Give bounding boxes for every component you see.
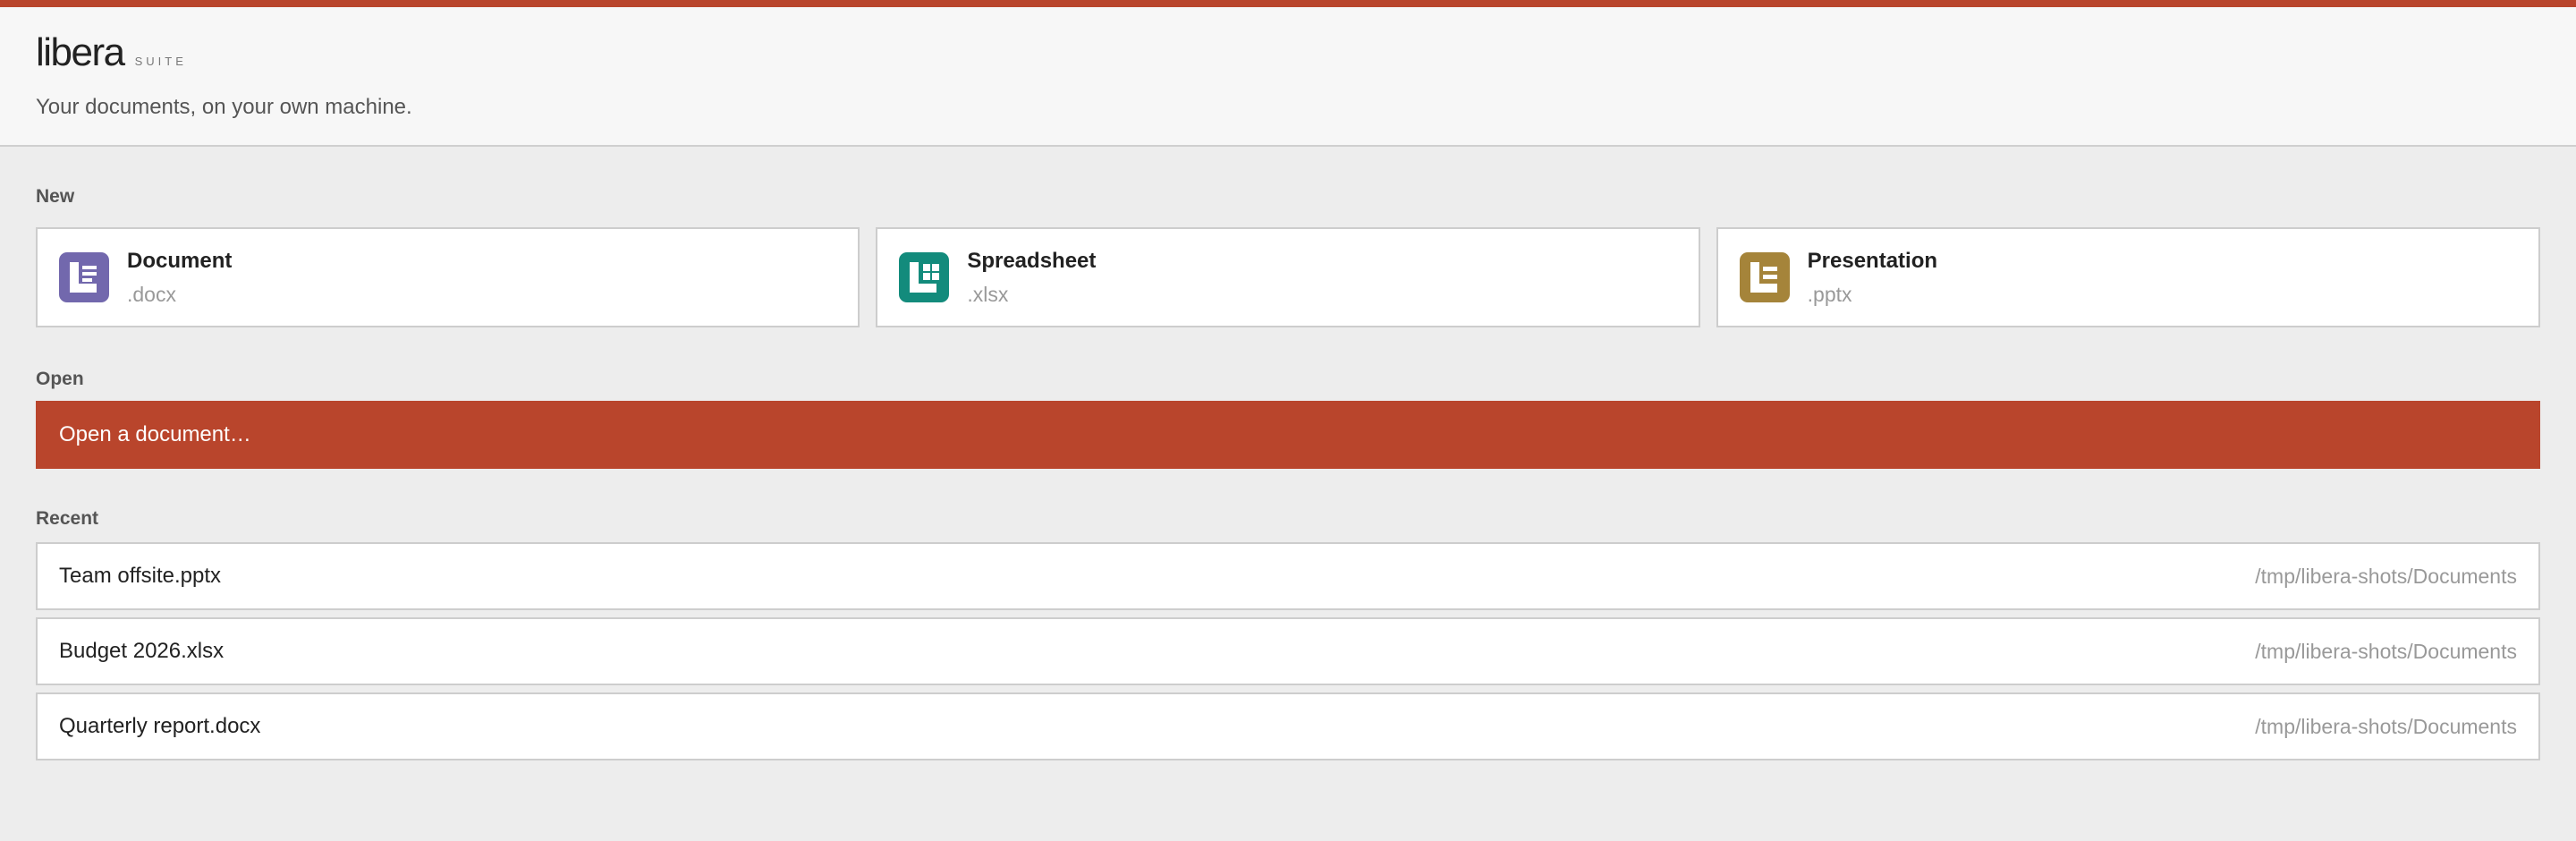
recent-list: Team offsite.pptx /tmp/libera-shots/Docu… (36, 542, 2540, 760)
recent-file-path: /tmp/libera-shots/Documents (2255, 714, 2517, 738)
card-extension: .pptx (1807, 282, 1852, 306)
recent-file-name: Budget 2026.xlsx (59, 639, 225, 663)
recent-item[interactable]: Quarterly report.docx /tmp/libera-shots/… (36, 692, 2540, 760)
open-document-button[interactable]: Open a document… (36, 401, 2540, 469)
card-extension: .xlsx (967, 282, 1009, 306)
accent-bar (0, 0, 2576, 7)
brand-name: libera (36, 30, 125, 74)
section-title-recent: Recent (36, 508, 99, 529)
recent-item[interactable]: Team offsite.pptx /tmp/libera-shots/Docu… (36, 542, 2540, 610)
presentation-icon (1739, 252, 1790, 302)
tagline: Your documents, on your own machine. (36, 95, 412, 119)
recent-file-path: /tmp/libera-shots/Documents (2255, 564, 2517, 588)
document-icon (59, 252, 109, 302)
card-title: Document (127, 248, 233, 273)
spreadsheet-icon (899, 252, 950, 302)
card-extension: .docx (127, 282, 176, 306)
recent-file-path: /tmp/libera-shots/Documents (2255, 639, 2517, 663)
new-cards: Document .docx Spreadsheet .xlsx Present… (36, 227, 2540, 327)
app-header: libera SUITE Your documents, on your own… (0, 7, 2576, 147)
main-content: New Document .docx Spreadsheet .xlsx Pre… (0, 186, 2576, 760)
brand-suite: SUITE (134, 55, 187, 68)
recent-file-name: Team offsite.pptx (59, 564, 221, 588)
new-spreadsheet-card[interactable]: Spreadsheet .xlsx (876, 227, 1700, 327)
recent-file-name: Quarterly report.docx (59, 714, 261, 738)
section-title-open: Open (36, 369, 84, 389)
card-title: Presentation (1807, 248, 1938, 273)
card-title: Spreadsheet (967, 248, 1097, 273)
section-title-new: New (36, 186, 75, 207)
brand-logo: libera SUITE (36, 30, 2540, 75)
new-presentation-card[interactable]: Presentation .pptx (1716, 227, 2540, 327)
recent-item[interactable]: Budget 2026.xlsx /tmp/libera-shots/Docum… (36, 617, 2540, 685)
new-document-card[interactable]: Document .docx (36, 227, 860, 327)
